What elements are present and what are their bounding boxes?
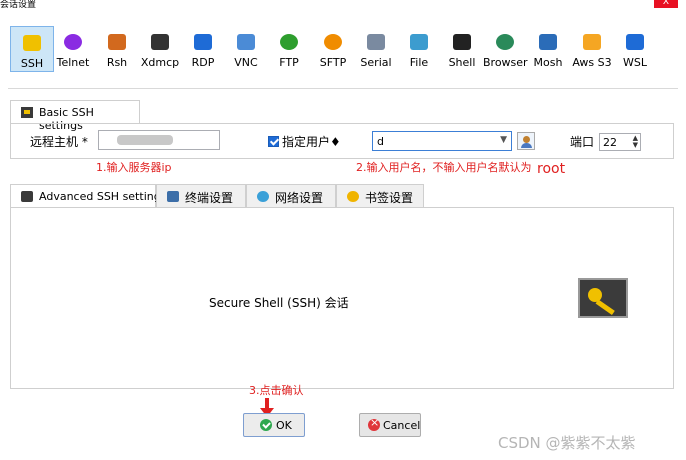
- session-type-serial[interactable]: Serial: [354, 26, 398, 72]
- annotation-step1: 1.输入服务器ip: [96, 161, 172, 174]
- session-type-label: VNC: [234, 56, 258, 69]
- session-type-shell[interactable]: Shell: [440, 26, 484, 72]
- bookmark-star-icon: [347, 191, 359, 202]
- session-description: Secure Shell (SSH) 会话: [209, 296, 349, 310]
- advanced-tabs: Advanced SSH settings 终端设置 网络设置 书签设置: [10, 184, 430, 208]
- tab-label: 终端设置: [185, 191, 234, 205]
- tab-label: Advanced SSH settings: [39, 190, 167, 203]
- divider: [8, 88, 678, 89]
- session-type-label: Aws S3: [572, 56, 612, 69]
- annotation-step3: 3.点击确认: [249, 384, 304, 397]
- cancel-label: Cancel: [383, 419, 421, 432]
- sftp-icon: [324, 34, 342, 50]
- file-icon: [410, 34, 428, 50]
- tab-basic-ssh-settings[interactable]: Basic SSH settings: [10, 100, 140, 132]
- telnet-icon: [64, 34, 82, 50]
- session-type-label: Telnet: [56, 56, 90, 69]
- session-type-label: SFTP: [319, 56, 347, 69]
- annotation-root: root: [537, 161, 566, 177]
- session-type-label: Shell: [448, 56, 476, 69]
- ssh-settings-icon: [21, 107, 33, 118]
- title-bar: 会话设置 X: [0, 0, 686, 10]
- checkmark-icon: [260, 419, 272, 431]
- port-value: 22: [603, 136, 617, 149]
- key-shaft: [595, 299, 615, 316]
- ssh-icon: [23, 35, 41, 51]
- session-type-file[interactable]: File: [397, 26, 441, 72]
- window-title: 会话设置: [0, 0, 37, 10]
- session-type-label: RDP: [191, 56, 215, 69]
- session-type-label: File: [409, 56, 429, 69]
- tab-label: 书签设置: [365, 191, 414, 205]
- ok-button[interactable]: OK: [243, 413, 305, 437]
- session-type-label: WSL: [623, 56, 647, 69]
- tab-network-settings[interactable]: 网络设置: [246, 184, 336, 207]
- annotation-step2: 2.输入用户名，不输入用户名默认为: [356, 161, 532, 174]
- ok-label: OK: [276, 419, 292, 432]
- username-select[interactable]: d ▼: [372, 131, 512, 151]
- session-type-label: Browser: [483, 56, 528, 69]
- rsh-icon: [108, 34, 126, 50]
- terminal-settings-icon: [167, 191, 179, 202]
- session-type-label: SSH: [20, 57, 44, 70]
- session-type-label: Rsh: [106, 56, 128, 69]
- ftp-icon: [280, 34, 298, 50]
- username-value: d: [377, 135, 384, 148]
- rdp-icon: [194, 34, 212, 50]
- ssh-key-icon: [578, 278, 628, 318]
- arrow-down-icon: [260, 398, 274, 417]
- session-type-label: Xdmcp: [140, 56, 180, 69]
- session-type-sftp[interactable]: SFTP: [311, 26, 355, 72]
- cancel-button[interactable]: Cancel: [359, 413, 421, 437]
- session-type-xdmcp[interactable]: Xdmcp: [138, 26, 182, 72]
- network-settings-icon: [257, 191, 269, 202]
- aws-s3-icon: [583, 34, 601, 50]
- chevron-down-icon: ▼: [500, 135, 507, 145]
- session-type-mosh[interactable]: Mosh: [526, 26, 570, 72]
- session-type-browser[interactable]: Browser: [483, 26, 528, 72]
- session-type-ssh[interactable]: SSH: [10, 26, 54, 72]
- wsl-icon: [626, 34, 644, 50]
- xdmcp-icon: [151, 34, 169, 50]
- session-type-rdp[interactable]: RDP: [181, 26, 225, 72]
- close-button[interactable]: X: [654, 0, 678, 8]
- session-type-ftp[interactable]: FTP: [267, 26, 311, 72]
- tab-advanced-ssh-settings[interactable]: Advanced SSH settings: [10, 184, 166, 208]
- port-input[interactable]: 22 ▲ ▼: [599, 133, 641, 151]
- tab-terminal-settings[interactable]: 终端设置: [156, 184, 246, 207]
- session-type-telnet[interactable]: Telnet: [51, 26, 95, 72]
- specify-user-checkbox[interactable]: [268, 136, 279, 147]
- port-spinner-icon[interactable]: ▲ ▼: [633, 135, 638, 149]
- specify-user-label: 指定用户♦: [282, 135, 341, 149]
- remote-host-input[interactable]: [98, 130, 220, 150]
- session-type-wsl[interactable]: WSL: [613, 26, 657, 72]
- watermark: CSDN @紫紫不太紫: [498, 434, 636, 452]
- user-manager-button[interactable]: [517, 132, 535, 150]
- session-type-toolbar: SSH Telnet Rsh Xdmcp RDP VNC FTP SFTP Se…: [0, 24, 686, 76]
- port-label: 端口: [570, 135, 595, 149]
- tab-label: 网络设置: [275, 191, 324, 205]
- mosh-icon: [539, 34, 557, 50]
- cancel-icon: [368, 416, 380, 431]
- remote-host-label: 远程主机 *: [30, 135, 88, 149]
- redacted-host-value: [117, 135, 173, 145]
- session-type-label: Mosh: [533, 56, 563, 69]
- session-type-rsh[interactable]: Rsh: [95, 26, 139, 72]
- session-type-aws-s3[interactable]: Aws S3: [570, 26, 614, 72]
- ssh-settings-icon: [21, 191, 33, 202]
- session-type-label: Serial: [360, 56, 392, 69]
- session-type-label: FTP: [279, 56, 299, 69]
- tab-bookmark-settings[interactable]: 书签设置: [336, 184, 424, 207]
- serial-icon: [367, 34, 385, 50]
- vnc-icon: [237, 34, 255, 50]
- browser-icon: [496, 34, 514, 50]
- session-type-vnc[interactable]: VNC: [224, 26, 268, 72]
- shell-icon: [453, 34, 471, 50]
